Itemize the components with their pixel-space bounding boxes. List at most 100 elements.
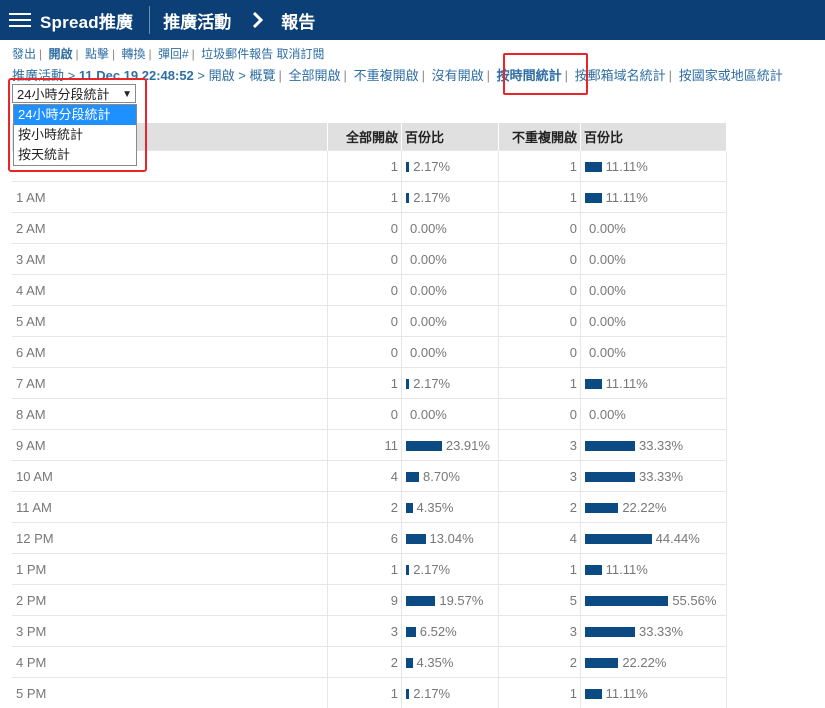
breadcrumb-report: 報告 (281, 8, 315, 33)
percent-unique-bar (585, 627, 635, 637)
col-header-unique-opens[interactable]: 不重複開啟 (499, 123, 581, 151)
header-divider (149, 6, 150, 34)
unique-opens-cell: 3 (499, 461, 581, 492)
percent-unique-cell: 0.00% (581, 337, 727, 368)
chevron-right-icon (252, 12, 264, 28)
select-value: 24小時分段統計 (17, 87, 109, 102)
percent-unique-value: 0.00% (589, 283, 626, 298)
unique-opens-cell: 0 (499, 337, 581, 368)
percent-unique-cell: 33.33% (581, 461, 727, 492)
percent-value: 0.00% (410, 252, 447, 267)
percent-unique-cell: 22.22% (581, 647, 727, 678)
metrics-nav: 發出| 開啟| 點擊| 轉換| 彈回#| 垃圾郵件報告 取消訂閱 (12, 45, 324, 62)
filter-unique-opens-link[interactable]: 不重複開啟 (354, 68, 419, 83)
metric-link-open[interactable]: 開啟 (48, 47, 72, 61)
percent-unique-value: 0.00% (589, 314, 626, 329)
all-opens-cell: 2 (328, 492, 402, 523)
percent-cell: 2.17% (402, 151, 499, 182)
percent-unique-bar (585, 565, 602, 575)
all-opens-cell: 1 (328, 678, 402, 708)
percent-unique-bar (585, 162, 602, 172)
time-cell: 4 AM (12, 275, 328, 306)
filter-overview-link[interactable]: 概覽 (250, 68, 276, 83)
all-opens-cell: 0 (328, 275, 402, 306)
unique-opens-cell: 1 (499, 678, 581, 708)
percent-bar (406, 627, 416, 637)
breadcrumb-campaigns[interactable]: 推廣活動 (163, 8, 231, 33)
time-cell: 10 AM (12, 461, 328, 492)
time-cell: 3 PM (12, 616, 328, 647)
time-cell: 8 AM (12, 399, 328, 430)
percent-cell: 2.17% (402, 368, 499, 399)
filter-all-opens-link[interactable]: 全部開啟 (289, 68, 341, 83)
metric-link-spam[interactable]: 垃圾郵件報告 (201, 47, 273, 61)
percent-unique-value: 44.44% (656, 531, 700, 546)
filter-by-domain-link[interactable]: 按郵箱域名統計 (575, 68, 666, 83)
filter-open-link[interactable]: 開啟 (209, 68, 235, 83)
percent-value: 4.35% (417, 655, 454, 670)
select-option-daily[interactable]: 按天統計 (14, 145, 136, 165)
percent-value: 0.00% (410, 221, 447, 236)
col-header-all-opens[interactable]: 全部開啟 (328, 123, 402, 151)
col-header-percent-unique: 百份比 (581, 123, 727, 151)
percent-unique-value: 11.11% (606, 562, 648, 577)
percent-value: 0.00% (410, 407, 447, 422)
percent-value: 0.00% (410, 345, 447, 360)
time-cell: 2 AM (12, 213, 328, 244)
time-cell: 4 PM (12, 647, 328, 678)
table-row: 4 AM00.00%00.00% (12, 275, 727, 306)
percent-unique-cell: 0.00% (581, 275, 727, 306)
unique-opens-cell: 3 (499, 616, 581, 647)
metric-link-click[interactable]: 點擊 (85, 47, 109, 61)
filter-not-opened-link[interactable]: 沒有開啟 (432, 68, 484, 83)
percent-unique-value: 22.22% (622, 655, 666, 670)
percent-value: 8.70% (423, 469, 460, 484)
metric-link-sent[interactable]: 發出 (12, 47, 36, 61)
percent-cell: 0.00% (402, 337, 499, 368)
percent-unique-value: 55.56% (672, 593, 716, 608)
filter-by-country-link[interactable]: 按國家或地區統計 (679, 68, 783, 83)
all-opens-cell: 6 (328, 523, 402, 554)
all-opens-cell: 11 (328, 430, 402, 461)
time-cell: 12 PM (12, 523, 328, 554)
percent-cell: 8.70% (402, 461, 499, 492)
brand-logo[interactable]: Spread推廣 (40, 8, 133, 33)
percent-unique-bar (585, 534, 652, 544)
percent-unique-bar (585, 441, 635, 451)
unique-opens-cell: 2 (499, 492, 581, 523)
metric-link-conversion[interactable]: 轉換 (121, 47, 145, 61)
all-opens-cell: 0 (328, 244, 402, 275)
table-row: 5 PM12.17%111.11% (12, 678, 727, 708)
percent-unique-cell: 0.00% (581, 244, 727, 275)
metric-link-bounce[interactable]: 彈回# (158, 47, 189, 61)
all-opens-cell: 0 (328, 306, 402, 337)
percent-bar (406, 565, 409, 575)
percent-value: 6.52% (420, 624, 457, 639)
time-cell: 3 AM (12, 244, 328, 275)
percent-value: 2.17% (413, 190, 450, 205)
unique-opens-cell: 0 (499, 244, 581, 275)
all-opens-cell: 0 (328, 213, 402, 244)
unique-opens-cell: 5 (499, 585, 581, 616)
all-opens-cell: 1 (328, 554, 402, 585)
stats-mode-select[interactable]: 24小時分段統計 ▼ (12, 84, 136, 103)
percent-cell: 19.57% (402, 585, 499, 616)
percent-unique-bar (585, 658, 618, 668)
percent-bar (406, 689, 409, 699)
all-opens-cell: 1 (328, 151, 402, 182)
percent-cell: 2.17% (402, 678, 499, 708)
metric-link-unsubscribe[interactable]: 取消訂閱 (276, 47, 324, 61)
percent-bar (406, 596, 435, 606)
hamburger-menu-icon[interactable] (9, 12, 31, 28)
table-row: 3 AM00.00%00.00% (12, 244, 727, 275)
percent-unique-value: 0.00% (589, 345, 626, 360)
percent-unique-value: 0.00% (589, 252, 626, 267)
time-cell: 5 AM (12, 306, 328, 337)
percent-unique-value: 11.11% (606, 190, 648, 205)
select-option-24h[interactable]: 24小時分段統計 (14, 105, 136, 125)
percent-unique-cell: 44.44% (581, 523, 727, 554)
percent-cell: 4.35% (402, 647, 499, 678)
select-option-hourly[interactable]: 按小時統計 (14, 125, 136, 145)
table-row: 3 PM36.52%333.33% (12, 616, 727, 647)
table-row: 2 AM00.00%00.00% (12, 213, 727, 244)
